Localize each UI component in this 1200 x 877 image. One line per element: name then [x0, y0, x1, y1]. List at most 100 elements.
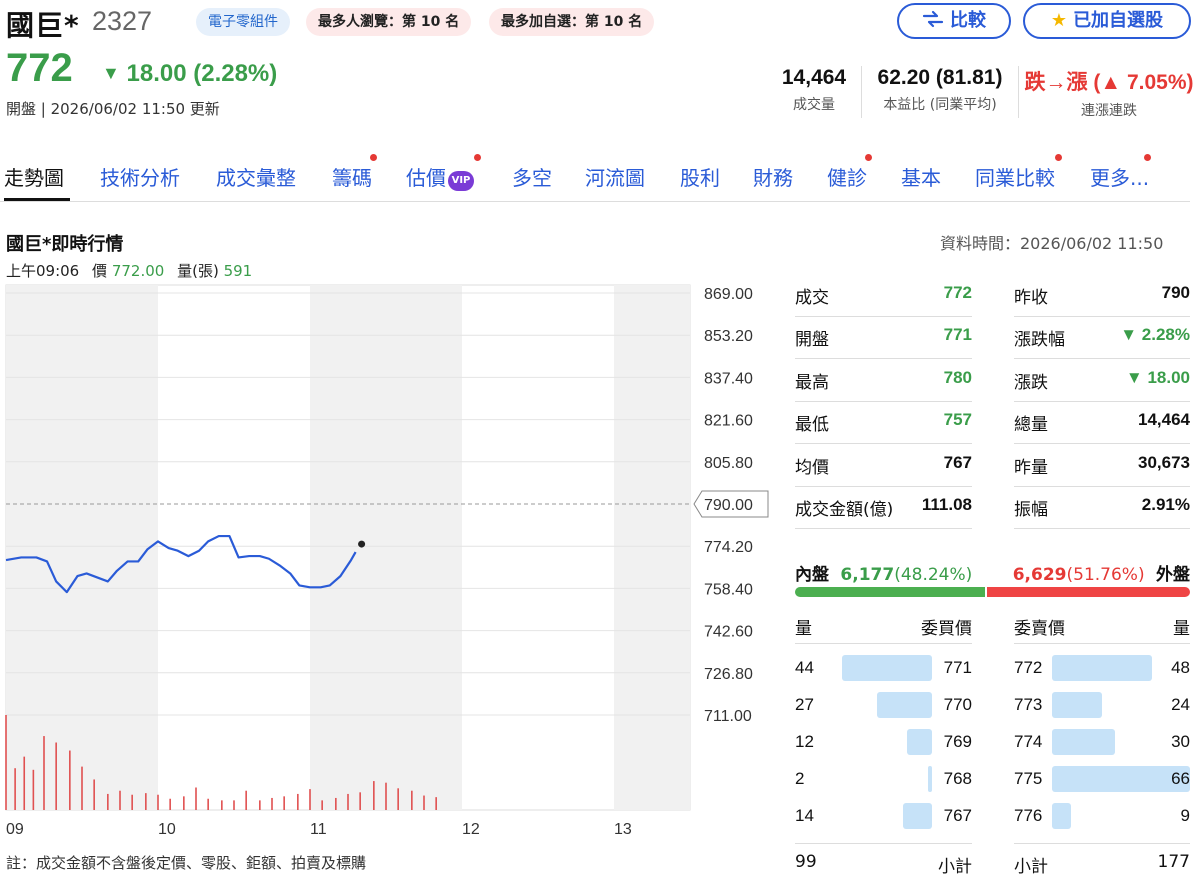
bid-qty-header: 量: [795, 619, 812, 639]
bid-row[interactable]: 27 770: [795, 688, 972, 724]
quote-row: 最低 757: [795, 402, 972, 445]
tab-label: 籌碼: [332, 166, 372, 190]
tab-bar: 走勢圖 技術分析 成交彙整 籌碼 估價 VIP 多空 河流圖 股利 財務 健診 基…: [0, 150, 1190, 202]
bid-depth-bar: [903, 803, 932, 829]
session-band: [310, 285, 462, 810]
divider: [1018, 66, 1019, 118]
ask-depth-bar: [1052, 803, 1071, 829]
hover-price-label: 價: [92, 262, 108, 280]
tab-health[interactable]: 健診: [827, 154, 872, 191]
tab-summary[interactable]: 成交彙整: [216, 162, 296, 191]
hover-time: 上午09:06: [6, 262, 80, 280]
bid-row[interactable]: 2 768: [795, 762, 972, 798]
bid-qty: 14: [795, 806, 814, 825]
y-tick-label: 774.20: [704, 539, 753, 556]
tab-river[interactable]: 河流圖: [585, 162, 645, 191]
bid-qty: 12: [795, 732, 814, 751]
tab-label: 股利: [680, 166, 720, 190]
compare-button[interactable]: 比較: [897, 3, 1011, 39]
bid-qty: 2: [795, 769, 805, 788]
bid-price: 770: [943, 695, 972, 714]
quote-label: 最高: [795, 372, 829, 393]
most-viewed-tag[interactable]: 最多人瀏覽：第 10 名: [306, 8, 472, 36]
active-tab-indicator: [4, 198, 70, 201]
y-tick-label: 805.80: [704, 455, 753, 472]
tab-peer-compare[interactable]: 同業比較: [975, 154, 1062, 191]
bid-row[interactable]: 14 767: [795, 799, 972, 835]
ask-price: 775: [1014, 769, 1043, 788]
compare-label: 比較: [950, 10, 986, 31]
section-title: 國巨*即時行情: [6, 234, 124, 255]
stock-name: 國巨*: [6, 9, 80, 42]
bid-qty: 27: [795, 695, 814, 714]
tab-technical[interactable]: 技術分析: [100, 162, 180, 191]
most-watchlisted-tag[interactable]: 最多加自選：第 10 名: [489, 8, 655, 36]
inner-pct: (48.24%): [894, 565, 973, 585]
tab-more[interactable]: 更多...: [1090, 154, 1151, 191]
ask-subtotal: 小計 177: [1014, 843, 1190, 877]
stat-streak: 跌→漲 (▲ 7.05%) 連漲連跌: [1024, 66, 1194, 120]
ask-price: 776: [1014, 806, 1043, 825]
quote-label: 開盤: [795, 330, 829, 351]
bid-qty: 44: [795, 658, 814, 677]
ask-depth-bar: [1052, 766, 1190, 792]
bid-row[interactable]: 44 771: [795, 651, 972, 687]
quote-value: 30,673: [1138, 452, 1190, 472]
ask-row[interactable]: 772 48: [1014, 651, 1190, 687]
ask-row[interactable]: 774 30: [1014, 725, 1190, 761]
intraday-chart[interactable]: 869.00 853.20 837.40 821.60 805.80 774.20 758.…: [0, 280, 780, 852]
ask-qty: 48: [1171, 658, 1190, 677]
quote-label: 均價: [795, 457, 829, 478]
tab-chips[interactable]: 籌碼: [332, 154, 377, 191]
notification-dot: [474, 154, 481, 161]
outer-pct: (51.76%): [1066, 565, 1145, 585]
quote-row: 昨量 30,673: [1014, 445, 1190, 487]
down-triangle-icon: ▼: [102, 63, 120, 83]
quote-label: 成交金額(億): [795, 500, 894, 520]
tab-label: 財務: [753, 166, 793, 190]
notification-dot: [1055, 154, 1062, 161]
ask-row[interactable]: 776 9: [1014, 799, 1190, 835]
bid-row[interactable]: 12 769: [795, 725, 972, 761]
tab-long-short[interactable]: 多空: [512, 162, 552, 191]
footnote: 註：成交金額不含盤後定價、零股、鉅額、拍賣及標購: [6, 854, 367, 872]
ask-header: 委賣價 量: [1014, 614, 1190, 644]
ask-depth-bar: [1052, 729, 1115, 755]
ask-qty: 9: [1180, 806, 1190, 825]
tab-trend[interactable]: 走勢圖: [4, 162, 64, 191]
outer-volume: 6,629(51.76%) 外盤: [1013, 560, 1190, 585]
ask-row[interactable]: 775 66: [1014, 762, 1190, 798]
tab-label: 同業比較: [975, 166, 1055, 190]
quote-value: 771: [943, 325, 972, 345]
compare-icon: [922, 7, 944, 39]
tab-valuation[interactable]: 估價 VIP: [406, 154, 481, 191]
tab-label: 更多...: [1090, 166, 1150, 190]
quote-value: ▼ 18.00: [1125, 367, 1190, 387]
tab-basic[interactable]: 基本: [901, 162, 941, 191]
notification-dot: [370, 154, 377, 161]
price-change-value: 18.00 (2.28%): [126, 60, 278, 87]
price-change: ▼ 18.00 (2.28%): [102, 60, 277, 88]
ask-qty-header: 量: [1173, 619, 1190, 639]
stat-volume-value: 14,464: [781, 66, 847, 89]
watchlist-button[interactable]: ★ 已加自選股: [1023, 3, 1191, 39]
outer-bar: [987, 587, 1190, 597]
bid-price-header: 委買價: [921, 619, 972, 639]
stat-volume-label: 成交量: [793, 97, 835, 113]
ask-price: 773: [1014, 695, 1043, 714]
ask-row[interactable]: 773 24: [1014, 688, 1190, 724]
tab-financial[interactable]: 財務: [753, 162, 793, 191]
industry-tag[interactable]: 電子零組件: [196, 8, 290, 36]
quote-label: 昨量: [1014, 457, 1048, 478]
quote-label: 昨收: [1014, 288, 1048, 308]
vip-badge: VIP: [448, 171, 474, 191]
stat-volume: 14,464 成交量: [770, 66, 858, 114]
tab-label: 健診: [827, 166, 867, 190]
tab-dividend[interactable]: 股利: [680, 162, 720, 191]
quote-row: 成交金額(億) 111.08: [795, 487, 972, 529]
y-tick-label: 758.40: [704, 581, 753, 598]
quote-value: 14,464: [1138, 410, 1190, 430]
bid-depth-bar: [907, 729, 932, 755]
notification-dot: [1144, 154, 1151, 161]
last-price: 772: [6, 46, 73, 90]
